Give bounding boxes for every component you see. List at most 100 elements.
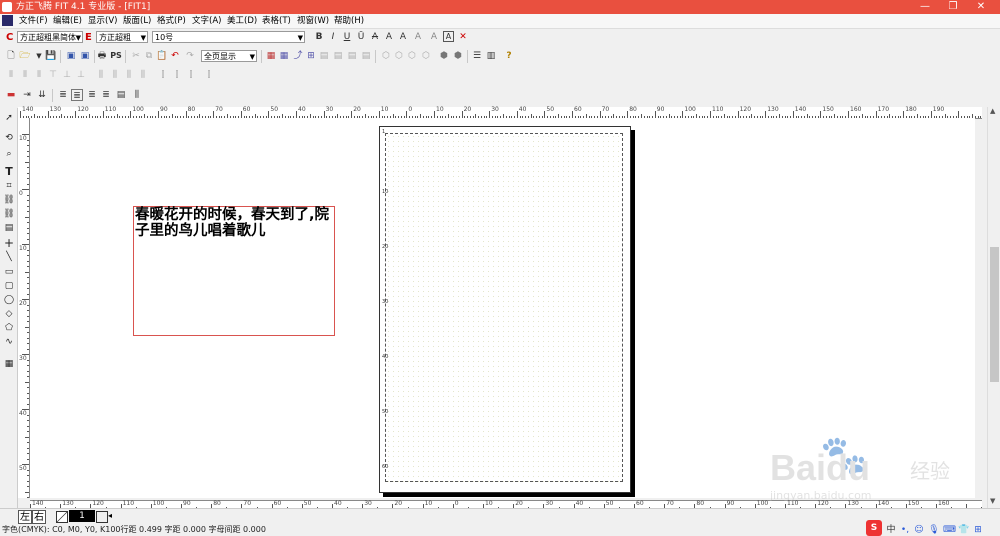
- grid-menu-icon[interactable]: ⊞: [972, 524, 984, 536]
- menu-format[interactable]: 格式(P): [157, 15, 186, 27]
- shadow-text-button[interactable]: A: [383, 31, 395, 43]
- link-icon[interactable]: ⤴: [292, 50, 304, 62]
- import-icon[interactable]: ▣: [65, 50, 77, 62]
- zoom-icon[interactable]: ⌕: [3, 148, 15, 160]
- font-size-select[interactable]: 10号 ▼: [152, 31, 305, 43]
- save-icon[interactable]: 💾: [45, 50, 57, 62]
- ellipse-tool-icon[interactable]: ◯: [3, 294, 15, 306]
- keyboard-icon[interactable]: ⌨: [943, 524, 956, 536]
- clear-style-button[interactable]: ✕: [457, 31, 469, 43]
- hollow-text-button[interactable]: A: [412, 31, 424, 43]
- menu-edit[interactable]: 编辑(E): [53, 15, 82, 27]
- align-center-icon[interactable]: ⫴: [19, 69, 31, 81]
- align-right-text-icon[interactable]: ≣: [100, 89, 112, 101]
- sogou-icon[interactable]: S: [866, 520, 882, 536]
- paragraph-icon[interactable]: ⇊: [36, 89, 48, 101]
- distribute-icon[interactable]: ⫼: [137, 69, 149, 81]
- minimize-button[interactable]: —: [910, 0, 940, 14]
- italic-button[interactable]: I: [327, 31, 339, 43]
- cross-tool-icon[interactable]: +: [3, 237, 15, 249]
- cut-icon[interactable]: ✂: [130, 50, 142, 62]
- align-top-icon[interactable]: ⊤: [47, 69, 59, 81]
- help-icon[interactable]: ?: [503, 50, 515, 62]
- text-frame[interactable]: 春暖花开的时候，春天到了,院子里的鸟儿唱着歌儿: [133, 206, 335, 336]
- export-icon[interactable]: ▣: [79, 50, 91, 62]
- lock-icon[interactable]: ⬡: [406, 50, 418, 62]
- scroll-thumb[interactable]: [990, 247, 999, 382]
- microphone-icon[interactable]: 🎙: [928, 524, 940, 536]
- punctuation-icon[interactable]: •,: [899, 524, 911, 536]
- space-icon[interactable]: ⫿: [171, 69, 183, 81]
- distribute-h-icon[interactable]: ⫼: [95, 69, 107, 81]
- table-icon[interactable]: ▦: [278, 50, 290, 62]
- align-center-text-icon[interactable]: ≣: [86, 89, 98, 101]
- text-tool-icon[interactable]: T: [3, 166, 15, 178]
- align-icon[interactable]: ⊞: [305, 50, 317, 62]
- raised-text-button[interactable]: A: [428, 31, 440, 43]
- distribute-v-icon[interactable]: ⫼: [109, 69, 121, 81]
- text-color-button[interactable]: A: [443, 31, 454, 42]
- page-prev-icon[interactable]: ◂: [108, 511, 112, 520]
- left-page-button[interactable]: 左: [18, 510, 32, 524]
- align-justify-text-icon[interactable]: ≣: [71, 89, 83, 101]
- crop-icon[interactable]: ⌗: [3, 180, 15, 192]
- unlock-icon[interactable]: ⬡: [420, 50, 432, 62]
- current-page-tab[interactable]: 1: [69, 510, 95, 522]
- english-font-select[interactable]: 方正超粗 ▼: [96, 31, 148, 43]
- front-icon[interactable]: ⬢: [438, 50, 450, 62]
- menu-layout[interactable]: 版面(L): [123, 15, 151, 27]
- menu-help[interactable]: 帮助(H): [334, 15, 364, 27]
- blank-page-icon[interactable]: [96, 511, 108, 523]
- scroll-down-icon[interactable]: ▼: [990, 497, 995, 505]
- align-left-icon[interactable]: ⫴: [5, 69, 17, 81]
- rectangle-tool-icon[interactable]: ▭: [3, 266, 15, 278]
- open-folder-icon[interactable]: 🗁: [19, 50, 31, 62]
- menu-table[interactable]: 表格(T): [262, 15, 291, 27]
- underline-button[interactable]: U: [341, 31, 353, 43]
- postscript-icon[interactable]: PS: [110, 50, 122, 62]
- link-frames-icon[interactable]: ⛓: [3, 194, 15, 206]
- overline-button[interactable]: Ū: [355, 31, 367, 43]
- restore-button[interactable]: ❐: [938, 0, 968, 14]
- menu-text[interactable]: 文字(A): [192, 15, 221, 27]
- bold-button[interactable]: B: [313, 31, 325, 43]
- close-button[interactable]: ✕: [966, 0, 996, 14]
- table-tool-icon[interactable]: ▦: [3, 358, 15, 370]
- align-full-text-icon[interactable]: ▤: [115, 89, 127, 101]
- polygon-tool-icon[interactable]: ⬠: [3, 322, 15, 334]
- layer-icon[interactable]: ▤: [346, 50, 358, 62]
- view-mode-select[interactable]: 全页显示 ▼: [201, 50, 257, 62]
- image-tool-icon[interactable]: ▤: [3, 222, 15, 234]
- palette-icon[interactable]: ▥: [485, 50, 497, 62]
- layer-icon[interactable]: ▤: [360, 50, 372, 62]
- space-icon[interactable]: ⫿: [185, 69, 197, 81]
- scroll-up-icon[interactable]: ▲: [990, 107, 995, 115]
- right-page-button[interactable]: 右: [32, 510, 46, 524]
- strikethrough-button[interactable]: A: [369, 31, 381, 43]
- align-bottom-icon[interactable]: ⊥: [75, 69, 87, 81]
- rounded-rect-tool-icon[interactable]: ▢: [3, 280, 15, 292]
- distribute-icon[interactable]: ⫼: [123, 69, 135, 81]
- space-icon[interactable]: ⫿: [157, 69, 169, 81]
- bezier-tool-icon[interactable]: ∿: [3, 336, 15, 348]
- print-icon[interactable]: 🖶: [96, 50, 108, 62]
- align-left-text-icon[interactable]: ≣: [57, 89, 69, 101]
- align-right-icon[interactable]: ⫴: [33, 69, 45, 81]
- dropdown-arrow-icon[interactable]: ▼: [33, 50, 45, 62]
- menu-art[interactable]: 美工(D): [227, 15, 257, 27]
- space-icon[interactable]: ⫿: [203, 69, 215, 81]
- menu-window[interactable]: 视窗(W): [297, 15, 329, 27]
- menu-view[interactable]: 显示(V): [88, 15, 117, 27]
- grid-icon[interactable]: ▦: [265, 50, 277, 62]
- rotate-icon[interactable]: ⟲: [3, 132, 15, 144]
- indent-icon[interactable]: ⇥: [21, 89, 33, 101]
- line-tool-icon[interactable]: ╲: [3, 251, 15, 263]
- copy-icon[interactable]: ⧉: [143, 50, 155, 62]
- outline-text-button[interactable]: A: [397, 31, 409, 43]
- ime-mode-icon[interactable]: 中: [885, 524, 897, 536]
- text-direction-icon[interactable]: ▬: [5, 89, 17, 101]
- diamond-tool-icon[interactable]: ◇: [3, 308, 15, 320]
- ungroup-icon[interactable]: ⬡: [393, 50, 405, 62]
- redo-icon[interactable]: ↷: [184, 50, 196, 62]
- align-distributed-icon[interactable]: ⫼: [131, 89, 143, 101]
